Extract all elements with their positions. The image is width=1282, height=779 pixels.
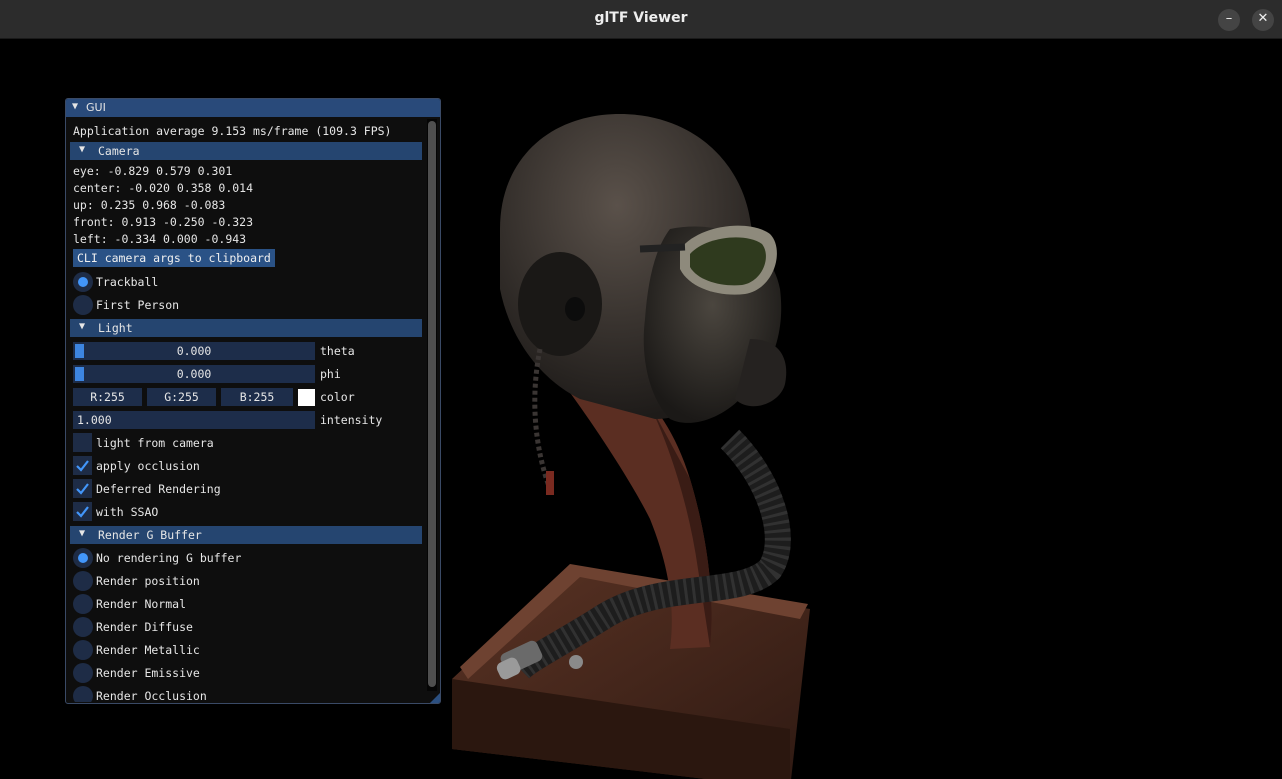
resize-grip[interactable]	[430, 693, 440, 703]
theta-value: 0.000	[176, 344, 212, 358]
checkmark-icon	[76, 506, 89, 518]
window-titlebar[interactable]: glTF Viewer – ✕	[0, 0, 1282, 39]
with-ssao-checkbox[interactable]	[73, 502, 92, 521]
with-ssao-label: with SSAO	[96, 505, 159, 519]
gbuffer-emissive-label: Render Emissive	[96, 666, 200, 680]
gbuffer-metallic-label: Render Metallic	[96, 643, 200, 657]
intensity-label: intensity	[320, 413, 383, 427]
checkmark-icon	[76, 483, 89, 495]
first-person-label: First Person	[96, 298, 180, 312]
collapse-triangle-icon: ▼	[79, 528, 86, 539]
collapse-triangle-icon: ▼	[79, 144, 86, 155]
camera-front: front: 0.913 -0.250 -0.323	[73, 215, 254, 229]
gbuffer-position-label: Render position	[96, 574, 200, 588]
apply-occlusion-checkbox[interactable]	[73, 456, 92, 475]
copy-camera-args-button[interactable]: CLI camera args to clipboard	[73, 249, 275, 267]
light-from-camera-checkbox[interactable]	[73, 433, 92, 452]
phi-slider[interactable]: 0.000	[73, 365, 315, 383]
camera-center: center: -0.020 0.358 0.014	[73, 181, 254, 195]
intensity-field[interactable]: 1.000	[73, 411, 315, 429]
gui-title: GUI	[86, 101, 106, 114]
gbuffer-occlusion-label: Render Occlusion	[96, 689, 207, 702]
light-from-camera-label: light from camera	[96, 436, 214, 450]
color-g-field[interactable]: G:255	[147, 388, 216, 406]
light-header-label: Light	[98, 321, 133, 335]
apply-occlusion-label: apply occlusion	[96, 459, 200, 473]
color-r-field[interactable]: R:255	[73, 388, 142, 406]
scrollbar-thumb[interactable]	[428, 121, 436, 687]
gbuffer-header[interactable]: ▼ Render G Buffer	[70, 526, 422, 544]
color-swatch[interactable]	[298, 389, 315, 406]
camera-left: left: -0.334 0.000 -0.943	[73, 232, 247, 246]
camera-eye: eye: -0.829 0.579 0.301	[73, 164, 233, 178]
trackball-label: Trackball	[96, 275, 159, 289]
trackball-radio[interactable]	[73, 272, 93, 292]
deferred-rendering-label: Deferred Rendering	[96, 482, 221, 496]
gbuffer-none-label: No rendering G buffer	[96, 551, 242, 565]
camera-up: up: 0.235 0.968 -0.083	[73, 198, 226, 212]
theta-slider[interactable]: 0.000	[73, 342, 315, 360]
theta-label: theta	[320, 344, 355, 358]
gbuffer-normal-label: Render Normal	[96, 597, 187, 611]
gbuffer-position-radio[interactable]	[73, 571, 93, 591]
gbuffer-normal-radio[interactable]	[73, 594, 93, 614]
camera-header[interactable]: ▼ Camera	[70, 142, 422, 160]
phi-label: phi	[320, 367, 341, 381]
deferred-rendering-checkbox[interactable]	[73, 479, 92, 498]
fps-text: Application average 9.153 ms/frame (109.…	[73, 124, 392, 138]
helmet-model-render	[452, 114, 810, 779]
light-header[interactable]: ▼ Light	[70, 319, 422, 337]
minimize-button[interactable]: –	[1218, 9, 1240, 31]
gbuffer-header-label: Render G Buffer	[98, 528, 202, 542]
gui-title-bar[interactable]: ▼ GUI	[66, 99, 440, 117]
gbuffer-diffuse-label: Render Diffuse	[96, 620, 193, 634]
checkmark-icon	[76, 460, 89, 472]
phi-value: 0.000	[176, 367, 212, 381]
gbuffer-none-radio[interactable]	[73, 548, 93, 568]
collapse-triangle-icon: ▼	[79, 321, 86, 332]
window-title: glTF Viewer	[594, 10, 688, 26]
color-label: color	[320, 390, 355, 404]
camera-header-label: Camera	[98, 144, 140, 158]
color-b-field[interactable]: B:255	[221, 388, 293, 406]
collapse-triangle-icon[interactable]: ▼	[72, 101, 78, 112]
gbuffer-occlusion-radio[interactable]	[73, 686, 93, 702]
gbuffer-metallic-radio[interactable]	[73, 640, 93, 660]
gui-content: Application average 9.153 ms/frame (109.…	[66, 118, 428, 702]
gbuffer-emissive-radio[interactable]	[73, 663, 93, 683]
first-person-radio[interactable]	[73, 295, 93, 315]
gui-panel[interactable]: ▼ GUI Application average 9.153 ms/frame…	[65, 98, 441, 704]
gbuffer-diffuse-radio[interactable]	[73, 617, 93, 637]
close-button[interactable]: ✕	[1252, 9, 1274, 31]
